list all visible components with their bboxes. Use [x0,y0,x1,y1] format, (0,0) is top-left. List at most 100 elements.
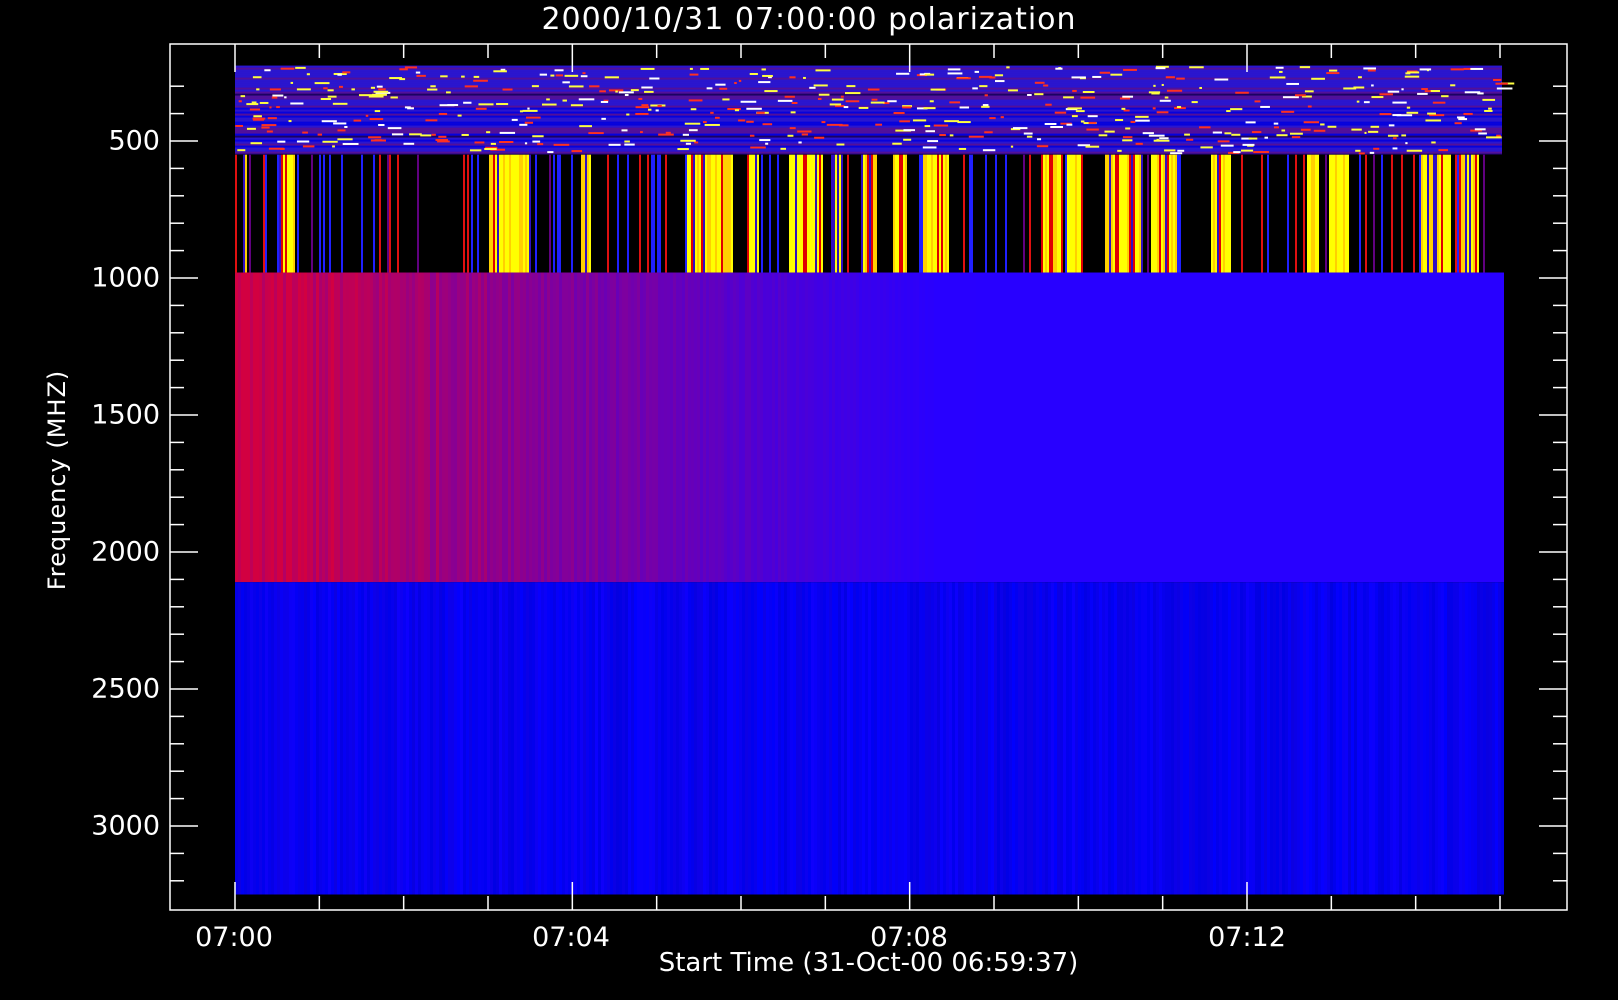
burst-stripe [659,154,661,273]
low-band-stripe [601,582,604,895]
burst-speck [1424,90,1431,93]
low-band-stripe [1417,582,1420,895]
low-band-stripe [1438,582,1441,895]
burst-speck [1248,137,1258,140]
x-tick-label: 07:04 [532,922,610,953]
low-band-stripe [331,582,334,895]
burst-stripe [1051,154,1053,273]
burst-speck [353,119,362,122]
burst-stripe [1333,154,1335,273]
low-band-stripe [520,582,523,895]
low-band-stripe [496,582,499,895]
mid-band-stripe [1186,272,1189,583]
burst-stripe [769,154,771,273]
burst-speck [344,125,348,128]
mid-band-stripe [1099,272,1102,583]
burst-speck [1115,119,1124,122]
mid-band-stripe [1399,272,1402,583]
mid-band-stripe [916,272,919,583]
burst-speck [1230,108,1243,111]
burst-speck [250,142,263,145]
low-band-stripe [1291,582,1294,895]
mid-band-stripe [1327,272,1330,583]
low-band-stripe [505,582,508,895]
burst-stripe [1401,154,1403,273]
mid-band-stripe [430,272,433,583]
burst-speck [956,77,971,80]
burst-speck [280,67,295,70]
mid-band-stripe [535,272,538,583]
burst-stripe [1229,154,1231,273]
burst-speck [327,95,337,98]
burst-stripe [1439,154,1441,273]
burst-speck [947,68,961,71]
mid-band-stripe [889,272,892,583]
mid-band-stripe [1102,272,1105,583]
burst-speck [1450,84,1456,87]
burst-speck [249,108,261,111]
burst-speck [903,138,912,141]
burst-stripe [807,154,809,273]
mid-band-stripe [871,272,874,583]
mid-band-stripe [406,272,409,583]
low-band-stripe [1390,582,1393,895]
low-band-stripe [262,582,265,895]
low-band-stripe [1456,582,1459,895]
mid-band-stripe [697,272,700,583]
burst-stripe [777,154,779,273]
mid-band-stripe [1405,272,1408,583]
burst-stripe [901,154,903,273]
low-band-stripe [1330,582,1333,895]
burst-speck [532,140,541,143]
mid-band-stripe [619,272,622,583]
burst-stripe [1179,154,1181,273]
low-band-stripe [625,582,628,895]
low-band-stripe [250,582,253,895]
burst-speck [1368,130,1379,133]
low-band-stripe [1336,582,1339,895]
burst-speck [1313,129,1326,132]
burst-stripe [795,154,797,273]
burst-stripe [1225,154,1227,273]
low-band-stripe [1414,582,1417,895]
burst-speck [635,106,650,109]
mid-band-stripe [559,272,562,583]
burst-speck [240,95,246,98]
burst-speck [655,109,659,112]
mid-band-stripe [460,272,463,583]
burst-speck [1212,131,1222,134]
mid-band-stripe [1054,272,1057,583]
mid-band-stripe [1192,272,1195,583]
streak-row [235,115,1502,118]
mid-band-stripe [565,272,568,583]
mid-band-stripe [973,272,976,583]
low-band-stripe [880,582,883,895]
low-band-stripe [1099,582,1102,895]
mid-band-stripe [787,272,790,583]
burst-speck [564,74,579,77]
streak-row [235,111,1502,114]
mid-band-stripe [580,272,583,583]
burst-speck [1463,112,1473,115]
mid-band-stripe [1096,272,1099,583]
low-band-stripe [1261,582,1264,895]
burst-stripe [1241,154,1243,273]
low-band-stripe [403,582,406,895]
mid-band-stripe [1423,272,1426,583]
low-band-stripe [877,582,880,895]
mid-band-stripe [1036,272,1039,583]
burst-speck [957,121,971,124]
low-band-stripe [1030,582,1033,895]
low-band-stripe [1039,582,1042,895]
burst-speck [1148,134,1165,137]
burst-stripe [1435,154,1437,273]
low-band-stripe [556,582,559,895]
burst-stripe [847,154,849,273]
streak-row [235,145,1502,148]
low-band-stripe [1123,582,1126,895]
mid-band-stripe [1258,272,1261,583]
mid-band-stripe [1486,272,1489,583]
burst-speck [562,81,570,84]
mid-band-stripe [940,272,943,583]
low-band-stripe [1180,582,1183,895]
